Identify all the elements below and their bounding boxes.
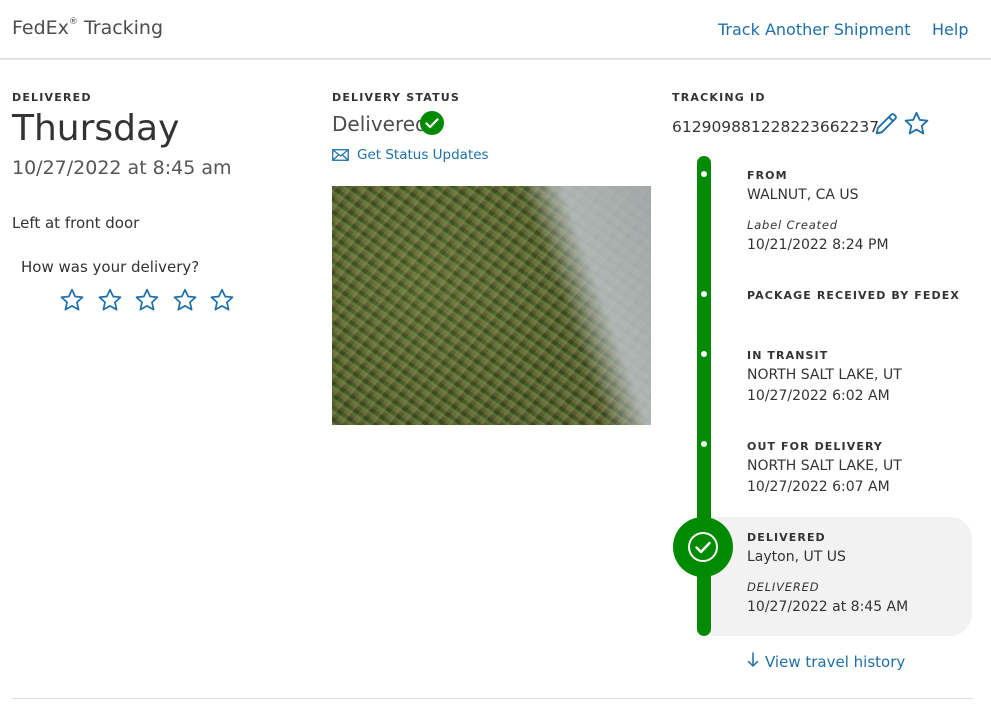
step-out-time: 10/27/2022 6:07 AM <box>747 479 890 495</box>
timeline-dot-received <box>701 291 707 297</box>
step-delivered-title: DELIVERED <box>747 531 826 544</box>
arrow-down-icon <box>747 652 759 672</box>
rating-star-2-icon[interactable] <box>97 287 123 313</box>
brand-name: FedEx <box>12 17 69 39</box>
envelope-icon <box>332 149 349 165</box>
rating-star-1-icon[interactable] <box>59 287 85 313</box>
brand-mark: ® <box>68 16 78 27</box>
step-out-title: OUT FOR DELIVERY <box>747 440 883 453</box>
status-updates-link[interactable]: Get Status Updates <box>332 147 489 165</box>
status-updates-label: Get Status Updates <box>357 147 489 163</box>
timeline-dot-out <box>701 441 707 447</box>
timeline-dot-transit <box>701 351 707 357</box>
rating-star-5-icon[interactable] <box>209 287 235 313</box>
help-link[interactable]: Help <box>932 20 968 39</box>
delivery-status-value: Delivered <box>332 112 428 136</box>
step-from-time: 10/21/2022 8:24 PM <box>747 237 889 253</box>
timeline-dot-from <box>701 171 707 177</box>
delivery-photo[interactable] <box>332 186 651 425</box>
delivery-datetime: 10/27/2022 at 8:45 am <box>12 157 232 179</box>
step-transit-title: IN TRANSIT <box>747 349 829 362</box>
brand-title[interactable]: FedEx® Tracking <box>12 17 163 39</box>
delivered-check-icon <box>673 517 733 577</box>
track-another-link[interactable]: Track Another Shipment <box>718 20 911 39</box>
delivery-status-label: DELIVERY STATUS <box>332 91 461 104</box>
rating-prompt: How was your delivery? <box>21 258 200 276</box>
status-check-icon <box>420 111 444 135</box>
view-travel-history-link[interactable]: View travel history <box>747 652 905 672</box>
delivered-label: DELIVERED <box>12 91 92 104</box>
step-delivered-note: DELIVERED <box>747 580 820 594</box>
delivery-day: Thursday <box>12 108 180 149</box>
step-transit-time: 10/27/2022 6:02 AM <box>747 388 890 404</box>
rating-star-4-icon[interactable] <box>172 287 198 313</box>
brand-suffix: Tracking <box>83 17 164 39</box>
footer-divider <box>12 698 973 699</box>
rating-star-3-icon[interactable] <box>134 287 160 313</box>
rating-stars <box>59 287 247 317</box>
view-travel-history-label: View travel history <box>765 653 906 671</box>
step-from-title: FROM <box>747 169 788 182</box>
tracking-id-label: TRACKING ID <box>672 91 766 104</box>
delivery-location-note: Left at front door <box>12 214 140 232</box>
step-from-note: Label Created <box>747 218 838 232</box>
tracking-id-value: 612909881228223662237 <box>672 118 880 136</box>
step-out-location: NORTH SALT LAKE, UT <box>747 458 902 474</box>
pencil-icon[interactable] <box>872 110 900 138</box>
step-received-title: PACKAGE RECEIVED BY FEDEX <box>747 289 960 302</box>
favorite-star-icon[interactable] <box>903 110 930 137</box>
step-delivered-location: Layton, UT US <box>747 549 846 565</box>
step-delivered-time: 10/27/2022 at 8:45 AM <box>747 599 909 615</box>
step-from-location: WALNUT, CA US <box>747 187 859 203</box>
step-transit-location: NORTH SALT LAKE, UT <box>747 367 902 383</box>
